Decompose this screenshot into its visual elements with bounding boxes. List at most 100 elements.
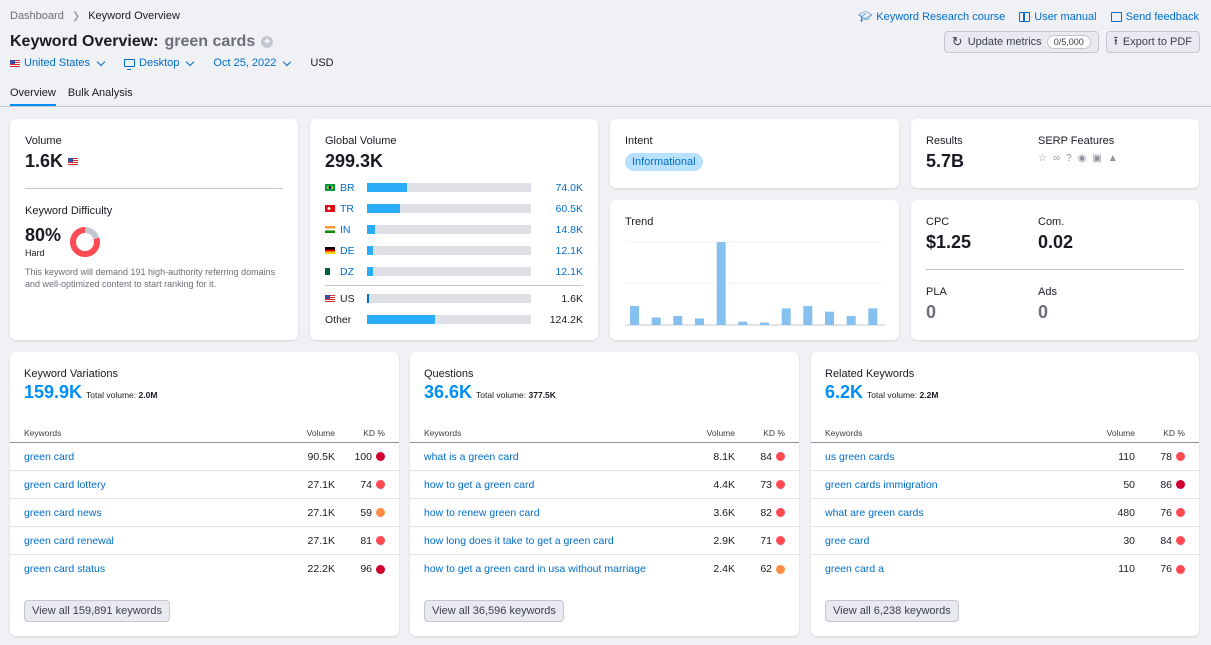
keyword-link[interactable]: green card xyxy=(24,451,275,463)
volume-value[interactable]: 14.8K xyxy=(531,224,583,236)
volume-value[interactable]: 12.1K xyxy=(531,266,583,278)
keyword-link[interactable]: gree card xyxy=(825,535,1075,547)
trend-bar[interactable] xyxy=(651,317,661,326)
volume-value[interactable]: 74.0K xyxy=(531,182,583,194)
trend-bar[interactable] xyxy=(846,315,856,325)
table-row: how long does it take to get a green car… xyxy=(410,527,799,555)
country-cell: DZ xyxy=(325,266,367,278)
country-code[interactable]: DZ xyxy=(340,266,354,278)
country-code[interactable]: BR xyxy=(340,182,355,194)
device-select[interactable]: Desktop xyxy=(124,57,195,70)
table-row: green card lottery 27.1K 74 xyxy=(10,471,399,499)
total-volume-label: Total volume: xyxy=(476,390,527,400)
table-header: Keywords Volume KD % xyxy=(811,424,1199,443)
update-metrics-button[interactable]: ↻ Update metrics 0/5,000 xyxy=(943,31,1099,53)
keyword-link[interactable]: what are green cards xyxy=(825,507,1075,519)
trend-bar[interactable] xyxy=(803,305,813,325)
date-select[interactable]: Oct 25, 2022 xyxy=(213,57,292,69)
trend-bar[interactable] xyxy=(738,321,748,325)
dz-flag-icon xyxy=(325,268,335,275)
trend-bar[interactable] xyxy=(673,315,683,325)
desktop-icon xyxy=(124,59,136,70)
table-row: how to renew green card 3.6K 82 xyxy=(410,499,799,527)
keyword-link[interactable]: how long does it take to get a green car… xyxy=(424,535,675,547)
kd-number: 71 xyxy=(760,534,772,547)
trend-bar[interactable] xyxy=(716,242,726,325)
country-select[interactable]: United States xyxy=(10,57,106,69)
link-icon: ∞ xyxy=(1052,153,1061,164)
view-all-button[interactable]: View all 159,891 keywords xyxy=(24,600,171,622)
view-all-button[interactable]: View all 6,238 keywords xyxy=(825,600,959,622)
serp-features-icons: ☆ ∞ ? ◉ ▣ ▲ xyxy=(1038,153,1118,164)
keyword-volume: 3.6K xyxy=(713,506,735,519)
country-cell: IN xyxy=(325,224,367,236)
keyword-variations-card: Keyword Variations 159.9K Total volume: … xyxy=(10,352,399,636)
panel-count[interactable]: 6.2K xyxy=(825,382,863,403)
table-row: us green cards 110 78 xyxy=(811,443,1199,471)
send-feedback-link[interactable]: Send feedback xyxy=(1110,10,1199,23)
keyword-link[interactable]: green card renewal xyxy=(24,535,275,547)
volume-value[interactable]: 12.1K xyxy=(531,245,583,257)
trend-bar[interactable] xyxy=(825,311,834,325)
page-header: Dashboard ❯ Keyword Overview Keyword Ove… xyxy=(0,0,1211,107)
panel-count[interactable]: 36.6K xyxy=(424,382,472,403)
global-volume-row-br[interactable]: BR 74.0K xyxy=(325,177,583,198)
keyword-link[interactable]: green cards immigration xyxy=(825,479,1075,491)
keyword-link[interactable]: us green cards xyxy=(825,451,1075,463)
results-label: Results xyxy=(926,135,963,147)
keyword-link[interactable]: green card status xyxy=(24,563,275,575)
panel-count[interactable]: 159.9K xyxy=(24,382,82,403)
kd-number: 76 xyxy=(1160,563,1172,575)
keyword-table: Keywords Volume KD % what is a green car… xyxy=(410,424,799,583)
filters: United States Desktop Oct 25, 2022 USD xyxy=(10,57,334,70)
country-code[interactable]: IN xyxy=(340,224,351,236)
country-code[interactable]: DE xyxy=(340,245,355,257)
kd-number: 73 xyxy=(760,478,772,491)
keyword-kd: 84 xyxy=(1135,535,1185,547)
country-code[interactable]: TR xyxy=(340,203,354,215)
volume-share-bar xyxy=(366,294,532,303)
country-label: United States xyxy=(24,57,91,69)
volume-value[interactable]: 60.5K xyxy=(531,203,583,215)
trend-bar[interactable] xyxy=(868,308,878,325)
keyword-kd: 74 xyxy=(335,479,385,491)
kd-dot-icon xyxy=(776,508,785,517)
keyword-link[interactable]: how to renew green card xyxy=(424,507,675,519)
keyword-link[interactable]: green card lottery xyxy=(24,479,275,491)
trend-bar[interactable] xyxy=(781,308,791,325)
keyword-kd: 84 xyxy=(735,451,785,463)
breadcrumb-dashboard[interactable]: Dashboard xyxy=(10,10,64,22)
add-to-list-icon[interactable]: + xyxy=(261,36,274,48)
table-row: how to get a green card in usa without m… xyxy=(410,555,799,583)
keyword-kd: 96 xyxy=(335,563,385,575)
keyword-link[interactable]: how to get a green card in usa without m… xyxy=(424,563,675,575)
view-all-button[interactable]: View all 36,596 keywords xyxy=(424,600,564,622)
export-pdf-button[interactable]: ⭱ Export to PDF xyxy=(1105,31,1200,53)
global-volume-row-dz[interactable]: DZ 12.1K xyxy=(325,261,583,282)
keyword-link[interactable]: how to get a green card xyxy=(424,479,675,491)
global-volume-row-tr[interactable]: TR 60.5K xyxy=(325,198,583,219)
col-kd: KD % xyxy=(1163,428,1185,438)
kd-number: 84 xyxy=(760,450,772,463)
image-icon: ▣ xyxy=(1092,153,1102,164)
volume-share-bar xyxy=(366,204,532,213)
tab-overview[interactable]: Overview xyxy=(10,87,56,106)
volume-share-fill xyxy=(366,267,374,276)
keyword-link[interactable]: green card news xyxy=(24,507,275,519)
keyword-volume: 480 xyxy=(1117,506,1135,519)
breadcrumb-current: Keyword Overview xyxy=(88,10,180,22)
global-volume-card: Global Volume 299.3K BR 74.0K TR 60.5K IN 14.… xyxy=(310,119,598,340)
keyword-research-course-link[interactable]: 🎓︎ Keyword Research course xyxy=(858,10,1005,24)
total-volume-value: 2.0M xyxy=(138,390,158,400)
trend-bar[interactable] xyxy=(630,305,639,325)
global-volume-row-de[interactable]: DE 12.1K xyxy=(325,240,583,261)
tab-bulk-analysis[interactable]: Bulk Analysis xyxy=(68,87,133,106)
global-volume-row-in[interactable]: IN 14.8K xyxy=(325,219,583,240)
keyword-link[interactable]: green card a xyxy=(825,563,1075,575)
header-buttons: ↻ Update metrics 0/5,000 ⭱ Export to PDF xyxy=(943,31,1200,53)
user-manual-link[interactable]: User manual xyxy=(1019,10,1097,23)
trend-bar[interactable] xyxy=(760,322,769,326)
keyword-link[interactable]: what is a green card xyxy=(424,451,675,463)
refresh-icon: ↻ xyxy=(951,34,963,49)
trend-bar[interactable] xyxy=(695,318,704,325)
